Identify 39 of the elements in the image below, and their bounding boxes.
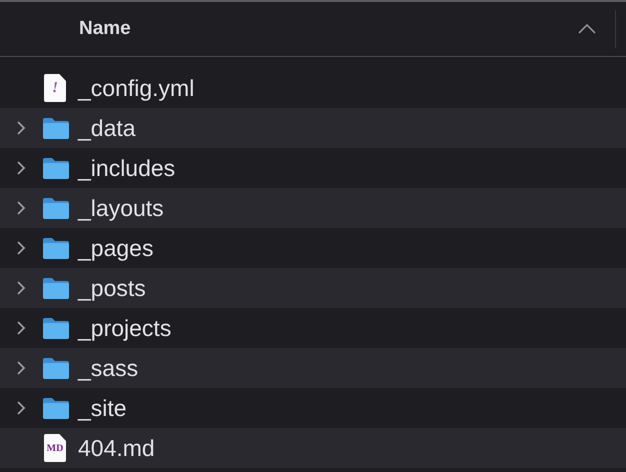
file-row[interactable]: ! _config.yml [0, 68, 626, 108]
disclosure-chevron-icon[interactable] [16, 160, 26, 176]
disclosure-chevron-icon[interactable] [16, 400, 26, 416]
file-name: 404.md [78, 434, 155, 462]
file-name: _posts [78, 274, 146, 302]
file-name: _config.yml [78, 74, 194, 102]
disclosure-chevron-icon[interactable] [16, 200, 26, 216]
file-row[interactable]: _posts [0, 268, 626, 308]
disclosure-chevron-icon[interactable] [16, 360, 26, 376]
document-icon: MD [44, 434, 66, 462]
file-row[interactable]: _layouts [0, 188, 626, 228]
folder-icon [42, 396, 70, 420]
disclosure-chevron-icon[interactable] [16, 120, 26, 136]
disclosure-chevron-icon[interactable] [16, 240, 26, 256]
file-name: _layouts [78, 194, 164, 222]
folder-icon [42, 276, 70, 300]
file-row[interactable]: _pages [0, 228, 626, 268]
folder-icon [42, 156, 70, 180]
file-row[interactable]: _sass [0, 348, 626, 388]
folder-icon [42, 316, 70, 340]
disclosure-chevron-icon[interactable] [16, 280, 26, 296]
folder-icon [42, 196, 70, 220]
file-row[interactable]: _data [0, 108, 626, 148]
file-name: _projects [78, 314, 172, 342]
folder-icon [42, 236, 70, 260]
file-row[interactable]: _site [0, 388, 626, 428]
folder-icon [42, 116, 70, 140]
document-icon: ! [44, 74, 66, 102]
file-name: _data [78, 114, 136, 142]
folder-icon [42, 356, 70, 380]
file-name: _includes [78, 154, 176, 182]
file-name: _sass [78, 354, 138, 382]
disclosure-chevron-icon[interactable] [16, 320, 26, 336]
name-column-label: Name [79, 18, 132, 40]
file-row[interactable]: _includes [0, 148, 626, 188]
file-name: _pages [78, 234, 154, 262]
file-row[interactable]: MD 404.md [0, 428, 626, 468]
file-row[interactable]: _projects [0, 308, 626, 348]
file-name: _site [78, 394, 127, 422]
